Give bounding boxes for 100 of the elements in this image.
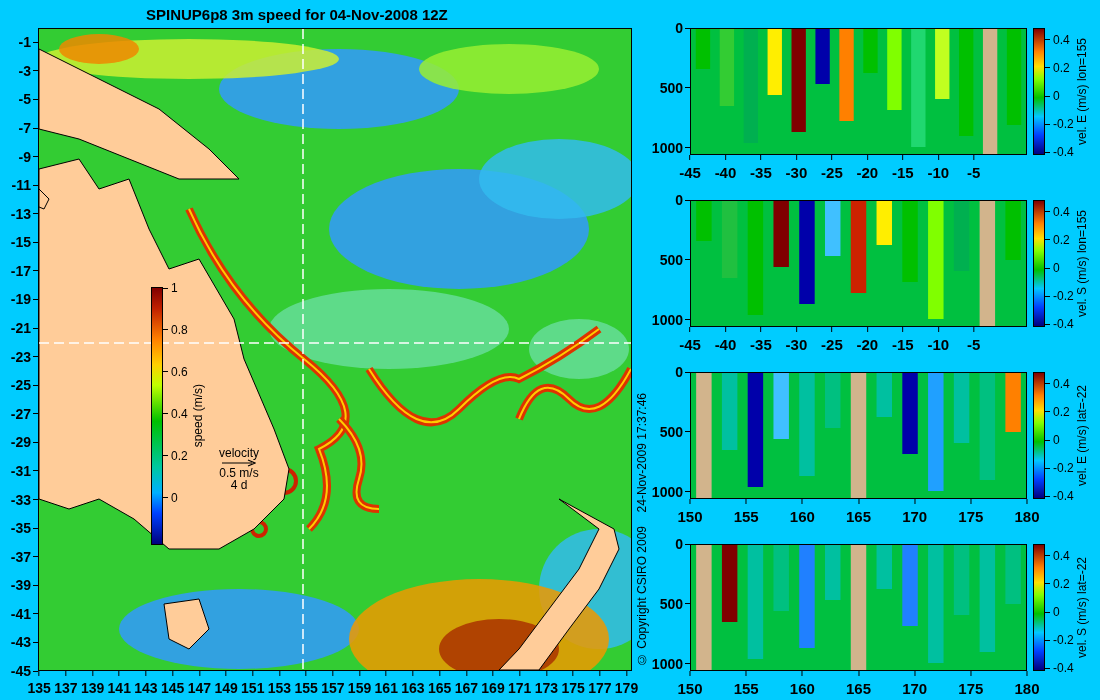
legend-duration: 4 d bbox=[230, 479, 248, 491]
axis-tick-label: -35 bbox=[750, 164, 772, 181]
axis-tick-label: 0 bbox=[675, 192, 683, 208]
copyright-text: 24-Nov-2009 17:37:46 bbox=[635, 392, 649, 512]
axis-tick-label: 1000 bbox=[651, 483, 683, 500]
colorbar-tick-label: -0.2 bbox=[1053, 461, 1074, 476]
axis-tick-label: -45 bbox=[10, 663, 31, 679]
colorbar-tick-label: 0 bbox=[1053, 433, 1060, 447]
axis-tick-label: -1 bbox=[18, 34, 31, 51]
colorbar-tick-label: 0.2 bbox=[1053, 576, 1070, 591]
colorbar-tick-label: 0.4 bbox=[1053, 204, 1070, 219]
colorbar-tick-label: 0.2 bbox=[1053, 404, 1070, 419]
colorbar-tick-label: -0.2 bbox=[1053, 289, 1074, 304]
colorbar-tick-label: -0.4 bbox=[1053, 317, 1074, 332]
axis-tick-label: 139 bbox=[80, 680, 105, 696]
colorbar-tick-label: 0 bbox=[171, 490, 178, 505]
axis-tick-label: 167 bbox=[454, 680, 478, 696]
velocity-band bbox=[825, 201, 841, 256]
axis-tick-label: -45 bbox=[679, 164, 701, 181]
colorbar-tick-label: 0.2 bbox=[1053, 232, 1070, 247]
axis-tick-label: 165 bbox=[427, 680, 452, 696]
velocity-band bbox=[935, 29, 950, 99]
colorbar-tick-label: 0 bbox=[1053, 89, 1060, 103]
axis-tick-label: 150 bbox=[677, 680, 703, 697]
axis-tick-label: 0 bbox=[675, 536, 683, 552]
colorbar-tick-label: 0.2 bbox=[1053, 60, 1070, 75]
axis-tick-label: -20 bbox=[856, 336, 879, 353]
axis-tick-label: 161 bbox=[374, 680, 398, 696]
colorbar-tick-label: -0.2 bbox=[1053, 117, 1074, 132]
axis-tick-label: 157 bbox=[321, 680, 345, 696]
velocity-band bbox=[1005, 545, 1021, 604]
axis-tick-label: -23 bbox=[10, 348, 31, 365]
axis-tick-label: 150 bbox=[677, 508, 703, 525]
colorbar-tick-label: 0.6 bbox=[171, 364, 188, 379]
axis-tick-label: -40 bbox=[714, 164, 737, 181]
axis-tick-label: 165 bbox=[846, 680, 871, 697]
axis-tick-label: -37 bbox=[10, 548, 31, 565]
velocity-band bbox=[863, 29, 878, 73]
colorbar-tick-label: -0.4 bbox=[1053, 489, 1074, 504]
axis-tick-label: -27 bbox=[10, 405, 31, 422]
velocity-band bbox=[815, 29, 830, 84]
axis-tick-label: 170 bbox=[902, 680, 928, 697]
colorbar-tick-label: -0.4 bbox=[1053, 145, 1074, 160]
axis-tick-label: -30 bbox=[785, 164, 808, 181]
axis-tick-label: 0 bbox=[675, 20, 683, 36]
axis-tick-label: -40 bbox=[714, 336, 737, 353]
axis-tick-label: 500 bbox=[659, 79, 683, 96]
colorbar-label: vel. S (m/s) lat=-22 bbox=[1075, 557, 1089, 658]
colorbar-tick-label: 1 bbox=[171, 281, 178, 296]
velocity-band bbox=[825, 373, 841, 428]
axis-tick-label: 163 bbox=[401, 680, 425, 696]
axis-tick-label: -19 bbox=[10, 291, 31, 308]
axis-tick-label: 145 bbox=[161, 680, 185, 696]
axis-tick-label: 0 bbox=[675, 364, 683, 380]
colorbar-tick-label: 0 bbox=[1053, 605, 1060, 619]
colorbar-tick-label: -0.4 bbox=[1053, 661, 1074, 676]
axis-tick-label: 500 bbox=[659, 251, 683, 268]
axis-tick-label: 141 bbox=[107, 680, 131, 696]
axis-tick-label: -31 bbox=[10, 462, 31, 479]
axis-tick-label: 169 bbox=[481, 680, 505, 696]
axis-tick-label: -20 bbox=[856, 164, 879, 181]
colorbar-label: vel. E (m/s) lon=155 bbox=[1075, 37, 1089, 145]
velocity-band bbox=[1005, 373, 1021, 432]
velocity-band bbox=[773, 201, 789, 267]
axis-tick-label: -17 bbox=[10, 262, 31, 279]
velocity-band bbox=[1005, 201, 1021, 260]
axis-tick-label: 180 bbox=[1014, 508, 1040, 525]
axis-tick-label: 155 bbox=[733, 508, 759, 525]
axis-tick-label: 1000 bbox=[651, 139, 683, 156]
legend-speed: 0.5 m/s bbox=[219, 467, 259, 479]
colorbar-label: vel. E (m/s) lat=-22 bbox=[1075, 385, 1089, 486]
colorbar-tick-label: 0.4 bbox=[1053, 376, 1070, 391]
axis-tick-label: -3 bbox=[18, 62, 31, 79]
axis-tick-label: 165 bbox=[846, 508, 871, 525]
axis-tick-label: 175 bbox=[958, 508, 984, 525]
axis-tick-label: -15 bbox=[892, 336, 914, 353]
axis-tick-label: -13 bbox=[10, 205, 31, 222]
axis-tick-label: -10 bbox=[927, 336, 950, 353]
axis-tick-label: -43 bbox=[10, 634, 31, 651]
axis-tick-label: 160 bbox=[789, 680, 815, 697]
axis-tick-label: -39 bbox=[10, 577, 31, 594]
axis-tick-label: 143 bbox=[134, 680, 158, 696]
axis-tick-label: -5 bbox=[18, 91, 31, 108]
axis-tick-label: -35 bbox=[750, 336, 772, 353]
axis-tick-label: 171 bbox=[508, 680, 532, 696]
axis-tick-label: -9 bbox=[18, 148, 31, 165]
axis-tick-label: -33 bbox=[10, 491, 31, 508]
colorbar-tick-label: 0.4 bbox=[1053, 32, 1070, 47]
axis-tick-label: 151 bbox=[241, 680, 265, 696]
axis-tick-label: -10 bbox=[927, 164, 950, 181]
axis-tick-label: -30 bbox=[785, 336, 808, 353]
velocity-band bbox=[825, 545, 841, 600]
colorbar-tick-label: 0.4 bbox=[1053, 548, 1070, 563]
chart-title: SPINUP6p8 3m speed for 04-Nov-2008 12Z bbox=[146, 5, 448, 23]
axis-tick-label: -25 bbox=[10, 377, 31, 394]
axis-tick-label: 180 bbox=[1014, 680, 1040, 697]
axis-tick-label: -25 bbox=[821, 164, 843, 181]
axis-tick-label: -7 bbox=[18, 120, 31, 136]
axis-tick-label: 170 bbox=[902, 508, 928, 525]
axis-tick-label: -5 bbox=[967, 336, 981, 353]
